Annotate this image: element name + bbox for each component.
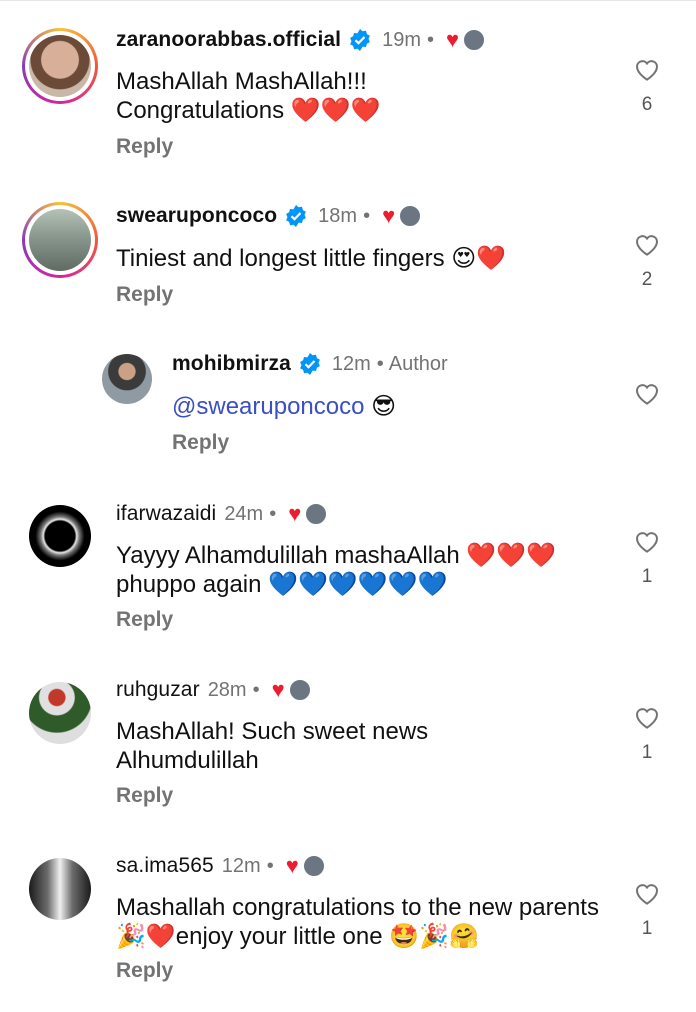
like-count: 1 bbox=[641, 566, 653, 587]
timestamp: 12m bbox=[221, 854, 261, 877]
story-ring[interactable] bbox=[22, 202, 98, 278]
comment-text: MashAllah! Such sweet news Alhumdulillah bbox=[116, 718, 429, 774]
comment-text: MashAllah MashAllah!!! Congratulations ❤… bbox=[116, 68, 381, 124]
like-count: 1 bbox=[641, 742, 653, 763]
timestamp: 19m bbox=[382, 28, 421, 51]
heart-outline-icon[interactable] bbox=[632, 229, 662, 259]
heart-filled-icon: ♥ bbox=[382, 203, 396, 228]
reply-button[interactable]: Reply bbox=[116, 135, 173, 159]
heart-filled-icon: ♥ bbox=[288, 501, 302, 526]
username[interactable]: ifarwazaidi bbox=[116, 502, 216, 526]
username[interactable]: mohibmirza bbox=[172, 352, 291, 376]
comment-text: Yayyy Alhamdulillah mashaAllah ❤️❤️❤️ ph… bbox=[116, 542, 557, 598]
author-avatar-mini bbox=[399, 205, 422, 227]
separator-dot: • bbox=[269, 502, 277, 525]
username[interactable]: zaranoorabbas.official bbox=[116, 28, 341, 52]
avatar[interactable] bbox=[29, 209, 91, 271]
heart-filled-icon: ♥ bbox=[285, 853, 299, 878]
author-avatar-mini bbox=[288, 679, 311, 701]
verified-badge-icon bbox=[299, 353, 320, 375]
like-count: 2 bbox=[641, 269, 653, 290]
mention-link[interactable]: @swearuponcoco bbox=[172, 393, 364, 420]
separator-dot: • bbox=[266, 854, 274, 877]
comment-text: Tiniest and longest little fingers 😍❤️ bbox=[116, 245, 507, 272]
verified-badge-icon bbox=[286, 205, 307, 227]
author-avatar-mini bbox=[463, 29, 486, 51]
username[interactable]: swearuponcoco bbox=[116, 204, 277, 228]
author-avatar-mini bbox=[302, 855, 325, 877]
avatar[interactable] bbox=[29, 35, 91, 97]
separator-dot: • bbox=[427, 28, 435, 51]
reply-button[interactable]: Reply bbox=[172, 431, 229, 455]
like-count: 6 bbox=[641, 94, 653, 115]
reply-button[interactable]: Reply bbox=[116, 283, 173, 307]
timestamp: 12m bbox=[331, 352, 371, 375]
timestamp: 24m bbox=[224, 502, 264, 525]
story-ring[interactable] bbox=[22, 28, 98, 104]
comment-text-rest: 😎 bbox=[364, 393, 397, 420]
timestamp: 28m bbox=[207, 678, 247, 701]
reply-button[interactable]: Reply bbox=[116, 784, 173, 808]
heart-outline-icon[interactable] bbox=[632, 878, 662, 908]
avatar[interactable] bbox=[29, 505, 91, 567]
reply-button[interactable]: Reply bbox=[116, 959, 173, 983]
timestamp: 18m bbox=[318, 204, 358, 227]
avatar[interactable] bbox=[29, 858, 91, 920]
avatar[interactable] bbox=[102, 354, 152, 404]
separator-dot: • bbox=[252, 678, 260, 701]
heart-outline-icon[interactable] bbox=[632, 702, 662, 732]
comment-text: @swearuponcoco 😎 bbox=[172, 392, 592, 421]
avatar[interactable] bbox=[29, 682, 91, 744]
author-label: Author bbox=[388, 352, 448, 375]
author-avatar-mini bbox=[305, 503, 328, 525]
heart-filled-icon: ♥ bbox=[446, 27, 460, 52]
heart-outline-icon[interactable] bbox=[632, 54, 662, 84]
heart-filled-icon: ♥ bbox=[271, 677, 285, 702]
like-count: 1 bbox=[641, 918, 653, 939]
heart-outline-icon[interactable] bbox=[632, 378, 662, 408]
heart-outline-icon[interactable] bbox=[632, 526, 662, 556]
separator-dot: • bbox=[363, 204, 371, 227]
separator-dot: • bbox=[376, 352, 384, 375]
comment-text: Mashallah congratulations to the new par… bbox=[116, 894, 599, 950]
reply-button[interactable]: Reply bbox=[116, 608, 173, 632]
username[interactable]: sa.ima565 bbox=[116, 854, 214, 878]
username[interactable]: ruhguzar bbox=[116, 678, 200, 702]
top-divider bbox=[0, 0, 696, 1]
verified-badge-icon bbox=[350, 29, 370, 51]
